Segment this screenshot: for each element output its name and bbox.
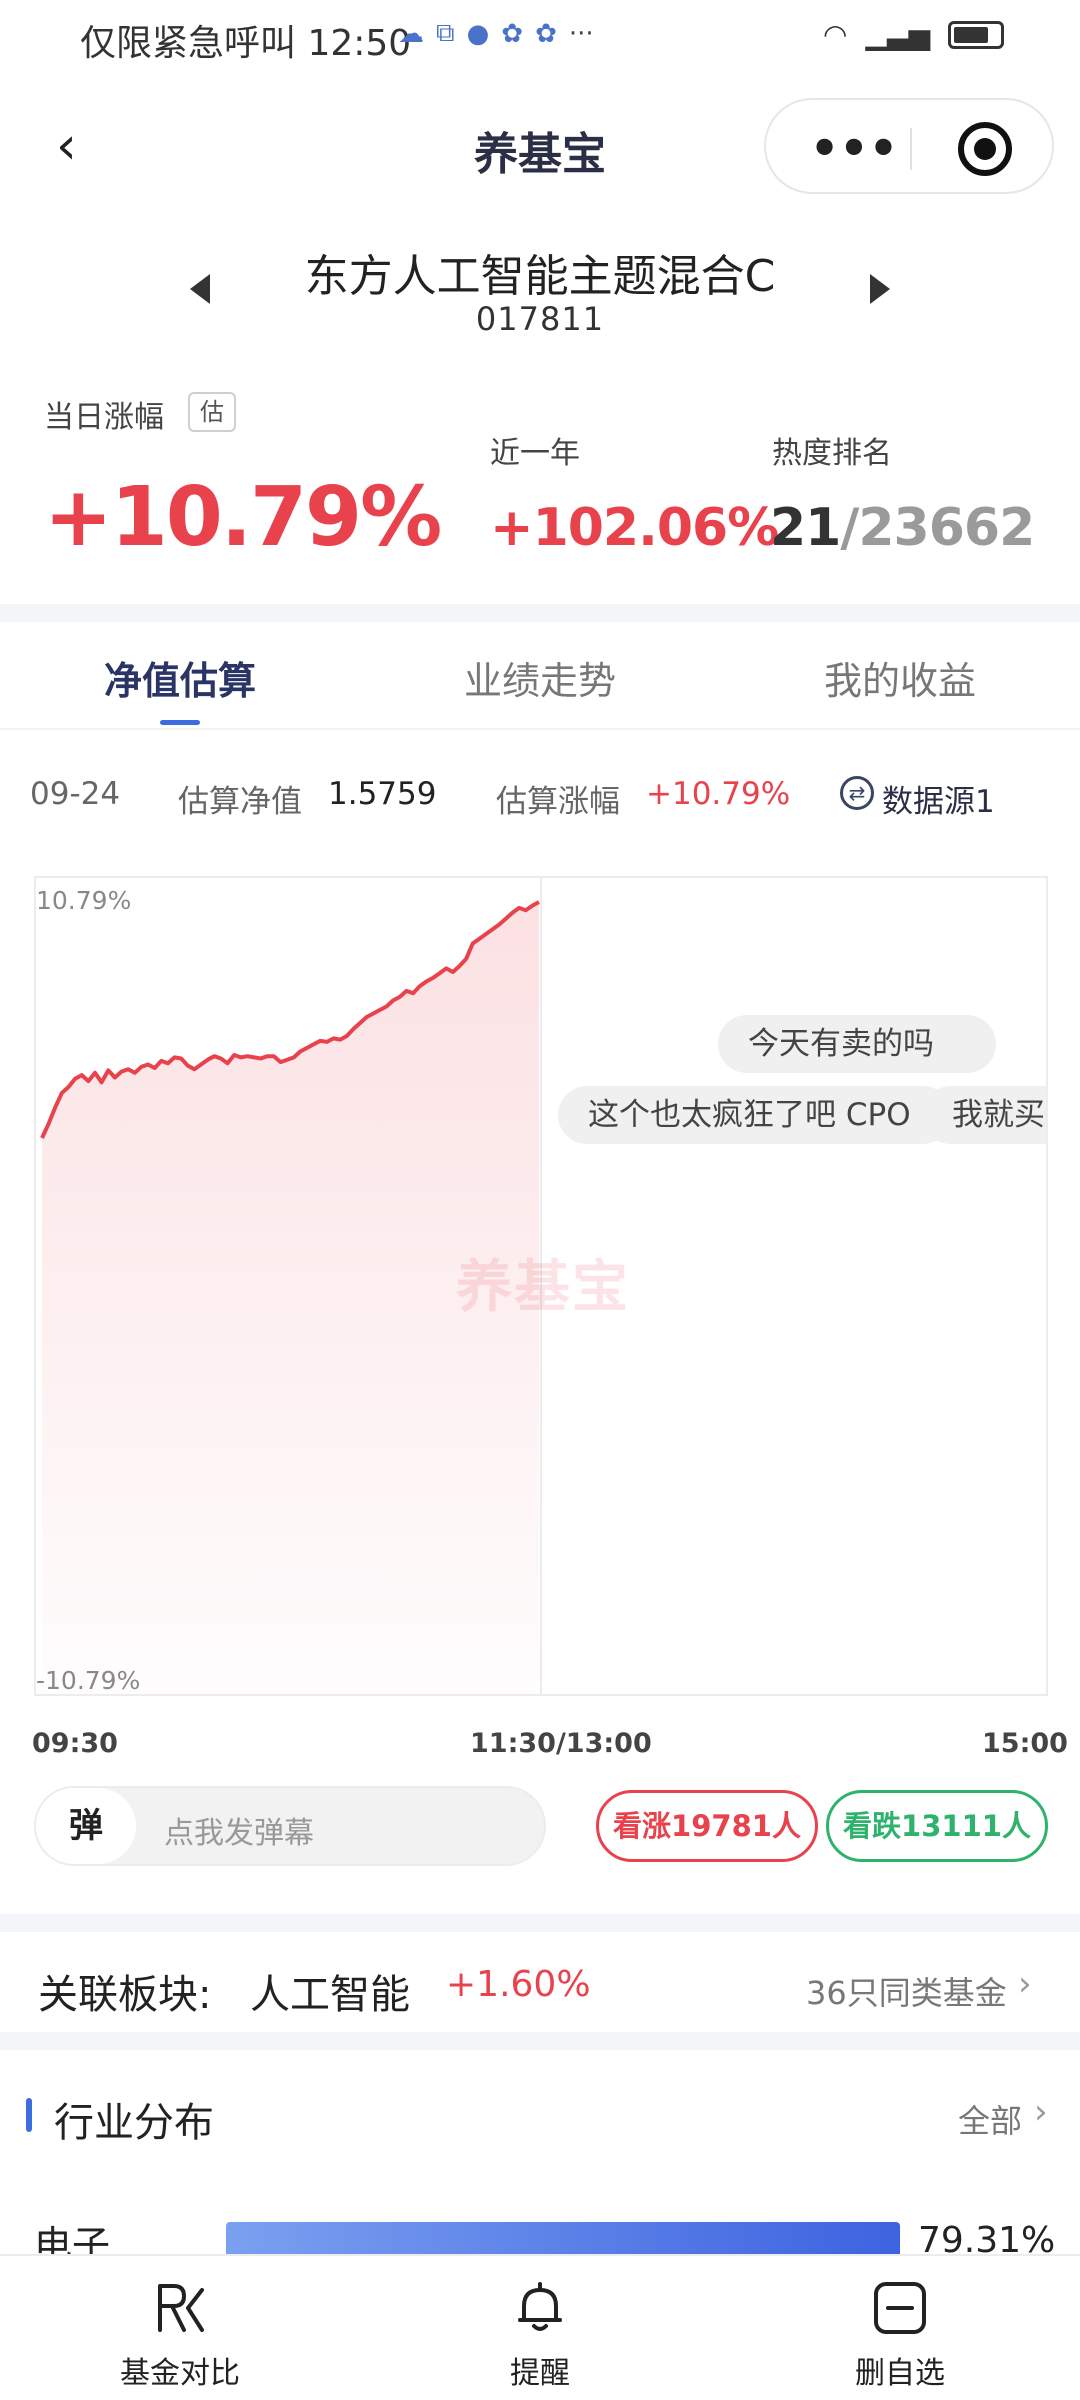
section-accent-bar: [26, 2098, 32, 2132]
vote-up-button[interactable]: 看涨19781人: [596, 1790, 818, 1862]
close-target-icon[interactable]: [958, 122, 1012, 176]
reminder-button[interactable]: 提醒: [360, 2256, 720, 2400]
daily-change-label: 当日涨幅: [44, 400, 164, 435]
section-divider: [0, 2032, 1080, 2050]
industry-name: 电子: [34, 2223, 111, 2256]
estimate-nav-label: 估算净值: [178, 784, 302, 820]
remove-icon: [874, 2282, 926, 2334]
x-tick-close: 15:00: [982, 1728, 1068, 1759]
x-tick-midday: 11:30/13:00: [470, 1728, 652, 1759]
tab-nav-estimate[interactable]: 净值估算: [0, 650, 360, 705]
more-notifications: ···: [568, 18, 594, 49]
estimate-change-label: 估算涨幅: [496, 784, 620, 820]
remove-watchlist-button[interactable]: 删自选: [720, 2256, 1080, 2400]
status-notification-icons: ☁ ⧉ ● ✿ ✿ ···: [398, 18, 594, 49]
danmaku-bubble: 这个也太疯狂了吧 CPO: [558, 1086, 952, 1144]
same-funds-link[interactable]: 36只同类基金: [806, 1968, 1007, 2014]
rank-total: /23662: [840, 498, 1035, 558]
rank-value: 21/23662: [770, 498, 1035, 558]
estimate-date: 09-24: [30, 776, 121, 812]
related-sector-row[interactable]: 关联板块: 人工智能 +1.60% 36只同类基金 ›: [0, 1932, 1080, 2032]
sector-change: +1.60%: [446, 1964, 591, 2005]
rank-position: 21: [770, 498, 841, 558]
signal-icon: ▁▃▅: [865, 18, 930, 51]
tab-performance[interactable]: 业绩走势: [360, 650, 720, 705]
bottom-nav: 基金对比 提醒 删自选: [0, 2254, 1080, 2400]
estimate-info-row: 09-24 估算净值 1.5759 估算涨幅 +10.79% ⇄ 数据源1: [0, 770, 1080, 820]
danmaku-placeholder[interactable]: 点我发弹幕: [164, 1808, 314, 1852]
tab-my-earnings[interactable]: 我的收益: [720, 650, 1080, 705]
bell-icon: [518, 2282, 562, 2331]
active-tab-indicator: [160, 720, 200, 725]
status-right: ◠ ▁▃▅: [823, 18, 1004, 51]
paw-icon-2: ✿: [535, 18, 557, 49]
industry-row: 电子 79.31%: [0, 2196, 1080, 2256]
section-divider: [0, 1914, 1080, 1932]
remove-label: 删自选: [855, 2356, 945, 2391]
vote-down-button[interactable]: 看跌13111人: [826, 1790, 1048, 1862]
rank-label: 热度排名: [772, 436, 892, 471]
avatar-icon: ●: [466, 18, 490, 49]
y-axis-bottom-label: -10.79%: [36, 1666, 141, 1695]
danmaku-bubble: 今天有卖的吗: [718, 1015, 996, 1073]
fund-name: 东方人工智能主题混合C: [304, 251, 776, 302]
reminder-label: 提醒: [510, 2356, 570, 2391]
danmaku-toggle-button[interactable]: 弹: [36, 1788, 136, 1864]
capsule-divider: [910, 128, 912, 170]
year-change-label: 近一年: [490, 436, 580, 471]
wifi-icon: ◠: [822, 18, 848, 51]
estimate-change-value: +10.79%: [646, 776, 791, 812]
status-text: 仅限紧急呼叫 12:50: [80, 23, 412, 64]
data-source-button[interactable]: 数据源1: [882, 776, 995, 821]
industry-share-bar: [226, 2222, 900, 2256]
danmaku-bubble: 我就买: [922, 1086, 1046, 1144]
industry-section-header: 行业分布 全部 ›: [0, 2060, 1080, 2170]
nav-bar: ‹ 养基宝 •••: [0, 90, 1080, 200]
compare-funds-button[interactable]: 基金对比: [0, 2256, 360, 2400]
chevron-right-icon: ›: [1018, 1964, 1032, 2004]
x-tick-open: 09:30: [32, 1728, 118, 1759]
fund-stats: 当日涨幅 估 +10.79% 近一年 +102.06% 热度排名 21/2366…: [0, 380, 1080, 580]
tab-bar: 净值估算 业绩走势 我的收益: [0, 620, 1080, 730]
chart-watermark: 养基宝: [456, 1255, 630, 1320]
mini-program-capsule: •••: [764, 98, 1054, 194]
y-axis-top-label: 10.79%: [36, 886, 132, 915]
more-button[interactable]: •••: [804, 120, 904, 176]
estimate-nav-value: 1.5759: [328, 776, 437, 812]
estimate-badge: 估: [188, 392, 236, 432]
year-change-value: +102.06%: [490, 498, 779, 558]
fund-header: 东方人工智能主题混合C 017811: [0, 230, 1080, 350]
next-fund-icon[interactable]: [870, 274, 890, 304]
cloud-icon: ☁: [398, 18, 424, 49]
sector-label: 关联板块:: [38, 1972, 212, 2018]
status-bar: 仅限紧急呼叫 12:50 ☁ ⧉ ● ✿ ✿ ··· ◠ ▁▃▅: [0, 0, 1080, 76]
sector-name: 人工智能: [250, 1972, 410, 2018]
chevron-right-icon: ›: [1034, 2092, 1048, 2132]
industry-share-value: 79.31%: [918, 2220, 1056, 2256]
industry-title: 行业分布: [54, 2100, 214, 2146]
paw-icon: ✿: [501, 18, 524, 49]
industry-all-link[interactable]: 全部: [958, 2096, 1022, 2142]
daily-change-value: +10.79%: [44, 470, 442, 565]
battery-icon: [948, 20, 1004, 49]
compare-icon: [158, 2284, 204, 2332]
fund-code: 017811: [475, 300, 605, 338]
danmaku-input-bar[interactable]: 弹 点我发弹幕: [34, 1786, 546, 1866]
link-icon: ⧉: [436, 18, 455, 48]
switch-source-icon[interactable]: ⇄: [840, 776, 874, 810]
compare-label: 基金对比: [120, 2356, 240, 2391]
